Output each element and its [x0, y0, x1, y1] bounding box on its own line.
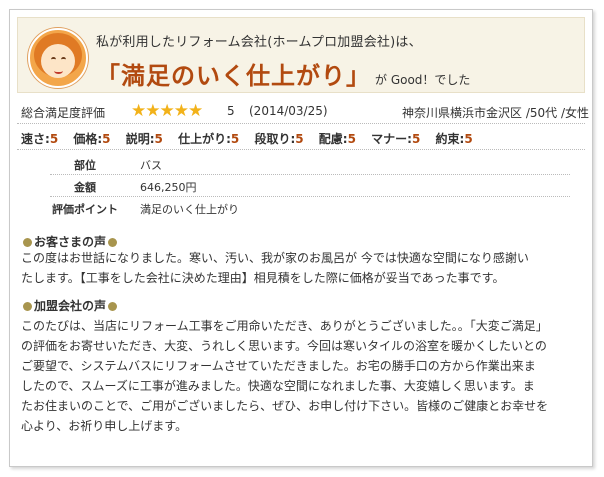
- divider: [50, 174, 570, 175]
- divider: [17, 149, 585, 150]
- header-intro: 私が利用したリフォーム会社(ホームプロ加盟会社)は、: [96, 35, 422, 50]
- bullet-icon: [108, 238, 118, 247]
- criteria-scores: 速さ:5 価格:5 説明:5 仕上がり:5 段取り:5 配慮:5 マナー:5 約…: [21, 130, 484, 147]
- criteria-speed: 速さ:5: [21, 132, 59, 146]
- company-voice-text: このたびは、当店にリフォーム工事をご用命いただき、ありがとうございました。。「大…: [21, 319, 549, 433]
- review-date: (2014/03/25): [249, 104, 328, 118]
- review-card: 私が利用したリフォーム会社(ホームプロ加盟会社)は、 「満足のいく仕上がり」が …: [9, 9, 593, 467]
- criteria-consideration: 配慮:5: [318, 132, 356, 146]
- criteria-promise: 約束:5: [435, 132, 473, 146]
- divider: [17, 123, 585, 124]
- reviewer-location: 神奈川県横浜市金沢区 /50代 /女性: [402, 106, 589, 120]
- detail-value: バス: [140, 159, 162, 172]
- bullet-icon: [108, 302, 118, 311]
- rating-label: 総合満足度評価: [21, 106, 106, 120]
- divider: [50, 196, 570, 197]
- detail-value: 646,250円: [140, 181, 197, 194]
- company-voice-heading: 加盟会社の声: [21, 297, 119, 314]
- criteria-finish: 仕上がり:5: [178, 132, 240, 146]
- headline-sub: が Good！でした: [375, 73, 471, 87]
- bullet-icon: [23, 302, 32, 311]
- overall-rating-row: 総合満足度評価 ★★★★★ 5 (2014/03/25) 神奈川県横浜市金沢区 …: [21, 101, 591, 121]
- customer-voice-text: この度はお世話になりました。寒い、汚い、我が家のお風呂が 今では快適な空間になり…: [21, 251, 529, 285]
- detail-key: 評価ポイント: [52, 203, 118, 216]
- rating-score: 5: [227, 104, 235, 118]
- reviewer-avatar-icon: [28, 28, 88, 88]
- detail-value: 満足のいく仕上がり: [140, 203, 239, 216]
- headline-main: 「満足のいく仕上がり」: [96, 62, 371, 90]
- criteria-price: 価格:5: [73, 132, 111, 146]
- detail-key: 金額: [74, 181, 96, 194]
- review-header: 私が利用したリフォーム会社(ホームプロ加盟会社)は、 「満足のいく仕上がり」が …: [17, 17, 585, 93]
- star-rating-icon: ★★★★★: [131, 101, 203, 121]
- detail-key: 部位: [74, 159, 96, 172]
- criteria-arrangement: 段取り:5: [254, 132, 304, 146]
- criteria-manners: マナー:5: [371, 132, 421, 146]
- criteria-explanation: 説明:5: [125, 132, 163, 146]
- bullet-icon: [23, 238, 32, 247]
- header-headline: 「満足のいく仕上がり」が Good！でした: [96, 56, 470, 91]
